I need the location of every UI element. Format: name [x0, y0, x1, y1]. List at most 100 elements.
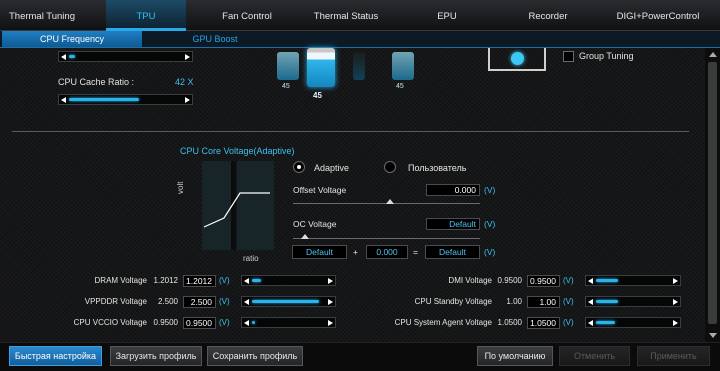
left-voltage-label: CPU VCCIO Voltage — [73, 318, 147, 327]
left-voltage-slider[interactable] — [241, 317, 336, 328]
right-voltage-slider-fill — [596, 300, 619, 303]
right-voltage-slider[interactable] — [585, 296, 681, 307]
scroll-up-icon[interactable] — [709, 52, 717, 57]
mode-user-label: Пользователь — [408, 163, 467, 173]
right-voltage-label: CPU Standby Voltage — [414, 297, 492, 306]
apply-button[interactable]: Применить — [637, 346, 710, 366]
left-voltage-input[interactable]: 1.2012 — [183, 275, 216, 287]
cpu-core-icon[interactable] — [392, 52, 414, 80]
tab-thermal-status[interactable]: Thermal Status — [305, 0, 387, 31]
tab-epu[interactable]: EPU — [410, 0, 484, 31]
arrow-right-icon[interactable] — [185, 96, 190, 103]
left-voltage-unit: (V) — [219, 318, 230, 327]
default-button[interactable]: По умолчанию — [477, 346, 553, 366]
left-voltage-slider-fill — [252, 300, 320, 303]
arrow-right-icon[interactable] — [673, 319, 678, 326]
cache-ratio-fill — [69, 98, 139, 101]
cancel-button[interactable]: Отменить — [559, 346, 630, 366]
arrow-left-icon[interactable] — [588, 277, 593, 284]
voltage-curve — [203, 192, 270, 228]
group-tuning-checkbox[interactable] — [563, 51, 574, 62]
cache-ratio-slider[interactable] — [58, 94, 193, 105]
arrow-right-icon[interactable] — [673, 277, 678, 284]
left-voltage-input[interactable]: 0.9500 — [183, 317, 216, 329]
arrow-left-icon[interactable] — [244, 298, 249, 305]
subtab-cpu-frequency[interactable]: CPU Frequency — [2, 31, 142, 47]
offset-voltage-thumb[interactable] — [386, 199, 394, 204]
right-voltage-unit: (V) — [563, 318, 574, 327]
main-tab-bar: Thermal Tuning TPU Fan Control Thermal S… — [0, 0, 720, 31]
cpu-core-ratio: 45 — [396, 83, 404, 90]
sum-unit: (V) — [484, 247, 496, 257]
scroll-down-icon[interactable] — [709, 333, 717, 338]
left-voltage-current: 0.9500 — [153, 318, 178, 327]
left-voltage-current: 1.2012 — [153, 276, 178, 285]
right-voltage-input[interactable]: 0.9500 — [527, 275, 560, 287]
tab-recorder[interactable]: Recorder — [508, 0, 588, 31]
oc-voltage-input[interactable]: Default — [426, 218, 480, 230]
right-voltage-input[interactable]: 1.00 — [527, 296, 560, 308]
left-voltage-unit: (V) — [219, 276, 230, 285]
arrow-left-icon[interactable] — [588, 319, 593, 326]
right-voltage-current: 1.0500 — [497, 318, 522, 327]
load-profile-button[interactable]: Загрузить профиль — [110, 346, 202, 366]
core-selector-box — [488, 48, 546, 71]
mode-adaptive-label: Adaptive — [314, 163, 350, 173]
cpu-ratio-slider[interactable] — [58, 51, 193, 62]
arrow-left-icon[interactable] — [61, 96, 66, 103]
cpu-core-icon[interactable] — [277, 52, 299, 80]
tab-fan-control[interactable]: Fan Control — [207, 0, 287, 31]
sub-tab-bar: CPU Frequency GPU Boost — [0, 31, 720, 48]
left-voltage-unit: (V) — [219, 297, 230, 306]
tab-thermal-tuning[interactable]: Thermal Tuning — [0, 0, 84, 31]
right-voltage-slider-fill — [596, 279, 619, 282]
left-voltage-slider[interactable] — [241, 275, 336, 286]
tab-tpu[interactable]: TPU — [106, 0, 186, 31]
oc-voltage-track[interactable] — [293, 238, 480, 239]
right-voltage-slider-fill — [596, 321, 616, 324]
core-voltage-title: CPU Core Voltage(Adaptive) — [180, 146, 295, 156]
mode-adaptive-radio[interactable] — [293, 161, 305, 173]
oc-voltage-unit: (V) — [484, 219, 496, 229]
tab-digi-power-control[interactable]: DIGI+PowerControl — [604, 0, 712, 31]
right-voltage-current: 0.9500 — [497, 276, 522, 285]
save-profile-button[interactable]: Сохранить профиль — [207, 346, 303, 366]
vertical-scrollbar[interactable] — [705, 48, 720, 342]
arrow-right-icon[interactable] — [673, 298, 678, 305]
arrow-left-icon[interactable] — [244, 277, 249, 284]
right-voltage-slider[interactable] — [585, 275, 681, 286]
mode-user-radio[interactable] — [384, 161, 396, 173]
scroll-thumb[interactable] — [708, 62, 717, 324]
arrow-left-icon[interactable] — [244, 319, 249, 326]
voltage-curve-chart — [202, 161, 274, 250]
arrow-right-icon[interactable] — [328, 298, 333, 305]
chart-axis-x-label: ratio — [243, 254, 259, 263]
plus-sign: + — [353, 247, 358, 257]
subtab-gpu-boost[interactable]: GPU Boost — [150, 31, 280, 47]
offset-voltage-input[interactable]: 0.000 — [426, 184, 480, 196]
core-dot-icon[interactable] — [511, 52, 524, 65]
quick-tune-button[interactable]: Быстрая настройка — [9, 346, 102, 366]
left-voltage-input[interactable]: 2.500 — [183, 296, 216, 308]
section-divider — [12, 131, 689, 132]
right-voltage-input[interactable]: 1.0500 — [527, 317, 560, 329]
offset-voltage-label: Offset Voltage — [293, 185, 347, 195]
cache-ratio-label: CPU Cache Ratio : — [58, 77, 135, 87]
right-voltage-unit: (V) — [563, 297, 574, 306]
left-voltage-slider-fill — [252, 321, 255, 324]
equals-sign: = — [413, 247, 418, 257]
left-voltage-slider[interactable] — [241, 296, 336, 307]
oc-voltage-thumb[interactable] — [301, 234, 309, 239]
sum-result-box: Default — [425, 245, 480, 259]
right-voltage-slider[interactable] — [585, 317, 681, 328]
arrow-left-icon[interactable] — [588, 298, 593, 305]
arrow-right-icon[interactable] — [328, 277, 333, 284]
arrow-left-icon[interactable] — [61, 53, 66, 60]
cpu-core-icon-selected[interactable] — [307, 48, 335, 87]
left-voltage-slider-fill — [252, 279, 261, 282]
right-voltage-unit: (V) — [563, 276, 574, 285]
right-voltage-current: 1.00 — [506, 297, 522, 306]
cpu-core-icon[interactable] — [353, 52, 365, 80]
arrow-right-icon[interactable] — [185, 53, 190, 60]
arrow-right-icon[interactable] — [328, 319, 333, 326]
